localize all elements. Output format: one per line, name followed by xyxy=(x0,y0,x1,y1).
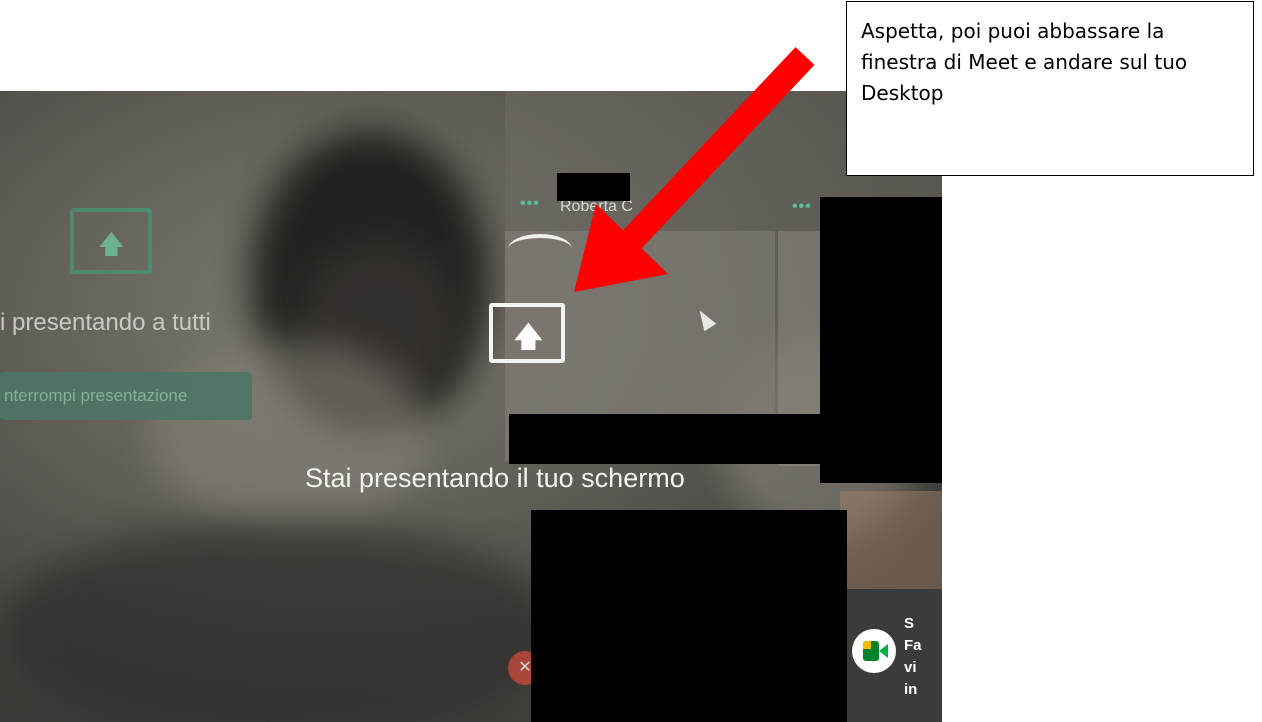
presenting-message: Stai presentando il tuo schermo xyxy=(305,463,685,493)
present-screen-icon: 🡅 xyxy=(489,303,565,363)
annotation-callout: Aspetta, poi puoi abbassare la finestra … xyxy=(846,1,1254,176)
presenting-to-everyone-text: i presentando a tutti xyxy=(0,309,211,336)
callout-text: Aspetta, poi puoi abbassare la finestra … xyxy=(861,19,1188,105)
person-reflection-hand xyxy=(150,341,430,531)
arrow-shaft xyxy=(600,47,815,272)
present-screen-icon: 🡅 xyxy=(70,208,152,274)
redaction-block xyxy=(531,510,847,722)
more-options-icon[interactable]: ••• xyxy=(520,195,540,213)
meet-notification[interactable]: S Fa vi in xyxy=(843,589,942,722)
background-shadow xyxy=(0,521,560,722)
redaction-block xyxy=(509,414,942,464)
red-pointer-arrow xyxy=(574,47,815,292)
notification-text: S Fa vi in xyxy=(904,615,922,698)
participant-thumbnail xyxy=(840,491,942,591)
stop-presenting-button[interactable]: nterrompi presentazione xyxy=(0,372,252,420)
google-meet-icon xyxy=(852,629,896,673)
